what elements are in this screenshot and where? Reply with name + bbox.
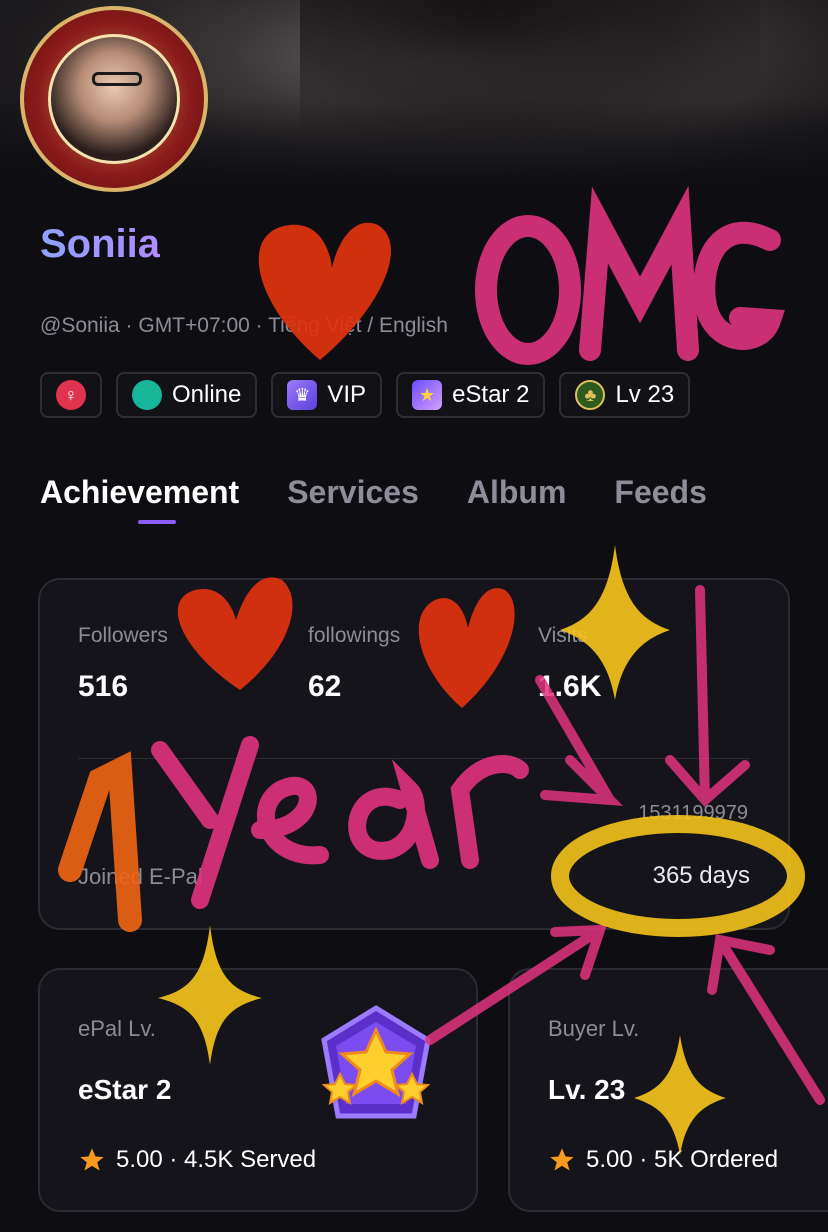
tab-achievement[interactable]: Achievement [40,474,239,524]
badge-online[interactable]: Online [116,372,258,418]
tab-feeds[interactable]: Feeds [614,474,706,511]
female-icon: ♀ [56,380,86,410]
estar-icon: ★ [412,380,443,410]
avatar[interactable] [48,34,180,164]
cover-photo-detail [300,0,760,150]
profile-tabs: Achievement Services Album Feeds [40,474,707,524]
tab-album[interactable]: Album [467,474,567,511]
badge-row: ♀ Online ♛ VIP ★ eStar 2 ♣ Lv 23 [40,372,691,418]
star-icon [80,1148,104,1171]
stat-label: Followers [78,624,168,647]
tab-services[interactable]: Services [287,474,419,511]
stat-value: 1.6K [538,670,602,703]
badge-label: eStar 2 [452,381,530,408]
badge-label: Lv 23 [615,381,675,408]
stat-label: followings [308,624,401,647]
doodle-omg [475,185,785,365]
joined-label: Joined E-Pal [78,864,203,889]
stat-label: Visits [538,624,588,647]
profile-subinfo: @Soniia · GMT+07:00 · Tiếng Việt / Engli… [40,314,448,337]
vip-crown-icon: ♛ [287,380,318,410]
star-icon [550,1148,574,1171]
badge-label: VIP [327,381,367,408]
estar-emblem-icon [321,1005,431,1119]
stats-card: Followers 516 followings 62 Visits 1.6K … [38,578,790,930]
epal-level-value: eStar 2 [78,1074,172,1105]
epal-level-label: ePal Lv. [78,1016,156,1041]
avatar-glasses-detail [92,72,142,86]
divider [78,758,750,759]
buyer-level-label: Buyer Lv. [548,1016,640,1041]
buyer-level-value: Lv. 23 [548,1074,626,1105]
profile-name: Soniia [40,222,161,266]
online-dot-icon [132,380,162,410]
badge-estar[interactable]: ★ eStar 2 [396,372,546,418]
doodle-heart [258,222,392,360]
badge-gender[interactable]: ♀ [40,372,102,418]
epal-rating: 5.00 · 4.5K Served [78,1146,316,1174]
user-id: 1531199979 [638,802,748,824]
epal-level-card[interactable]: ePal Lv. eStar 2 5.00 · 4.5K Served [38,968,478,1212]
buyer-rating-text: 5.00 · 5K Ordered [586,1146,779,1173]
stat-followers[interactable]: Followers 516 [78,624,168,704]
stat-followings[interactable]: followings 62 [308,624,400,704]
epal-rating-text: 5.00 · 4.5K Served [116,1146,317,1173]
badge-label: Online [172,381,242,408]
level-icon: ♣ [575,380,606,410]
stat-visits: Visits 1.6K [538,624,601,704]
badge-vip[interactable]: ♛ VIP [271,372,383,418]
buyer-rating: 5.00 · 5K Ordered [548,1146,778,1174]
badge-level[interactable]: ♣ Lv 23 [559,372,691,418]
buyer-level-card[interactable]: Buyer Lv. Lv. 23 5.00 · 5K Ordered [508,968,828,1212]
stat-value: 62 [308,670,342,703]
joined-value: 365 days [652,862,750,889]
stat-value: 516 [78,670,129,703]
